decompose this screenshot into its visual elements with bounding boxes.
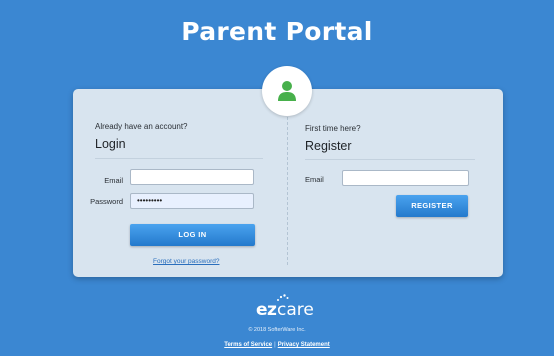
- login-title: Login: [95, 137, 126, 151]
- forgot-password-link[interactable]: Forgot your password?: [153, 258, 219, 265]
- login-divider: [95, 158, 263, 159]
- login-prompt: Already have an account?: [95, 122, 188, 131]
- copyright-text: © 2018 SofterWare Inc.: [248, 327, 306, 333]
- page-title: Parent Portal: [181, 17, 373, 46]
- logo-care-text: care: [277, 300, 314, 320]
- auth-card: Already have an account? Login Email Pas…: [73, 89, 503, 277]
- privacy-statement-link[interactable]: Privacy Statement: [278, 342, 330, 348]
- register-divider: [305, 159, 475, 160]
- register-title: Register: [305, 139, 352, 153]
- user-icon: [278, 81, 296, 101]
- login-email-label: Email: [104, 176, 123, 185]
- register-button[interactable]: REGISTER: [396, 195, 468, 217]
- register-email-label: Email: [305, 175, 324, 184]
- login-button[interactable]: LOG IN: [130, 224, 255, 246]
- login-email-field[interactable]: [130, 169, 254, 185]
- avatar: [262, 66, 312, 116]
- footer-links: Terms of Service | Privacy Statement: [0, 342, 554, 348]
- register-prompt: First time here?: [305, 124, 361, 133]
- logo-ez-text: ez: [256, 300, 277, 320]
- login-password-label: Password: [90, 197, 123, 206]
- login-password-field[interactable]: •••••••••: [130, 193, 254, 209]
- ezcare-logo: ez care: [256, 294, 326, 320]
- terms-of-service-link[interactable]: Terms of Service: [224, 342, 272, 348]
- register-email-field[interactable]: [342, 170, 469, 186]
- column-divider: [287, 117, 288, 265]
